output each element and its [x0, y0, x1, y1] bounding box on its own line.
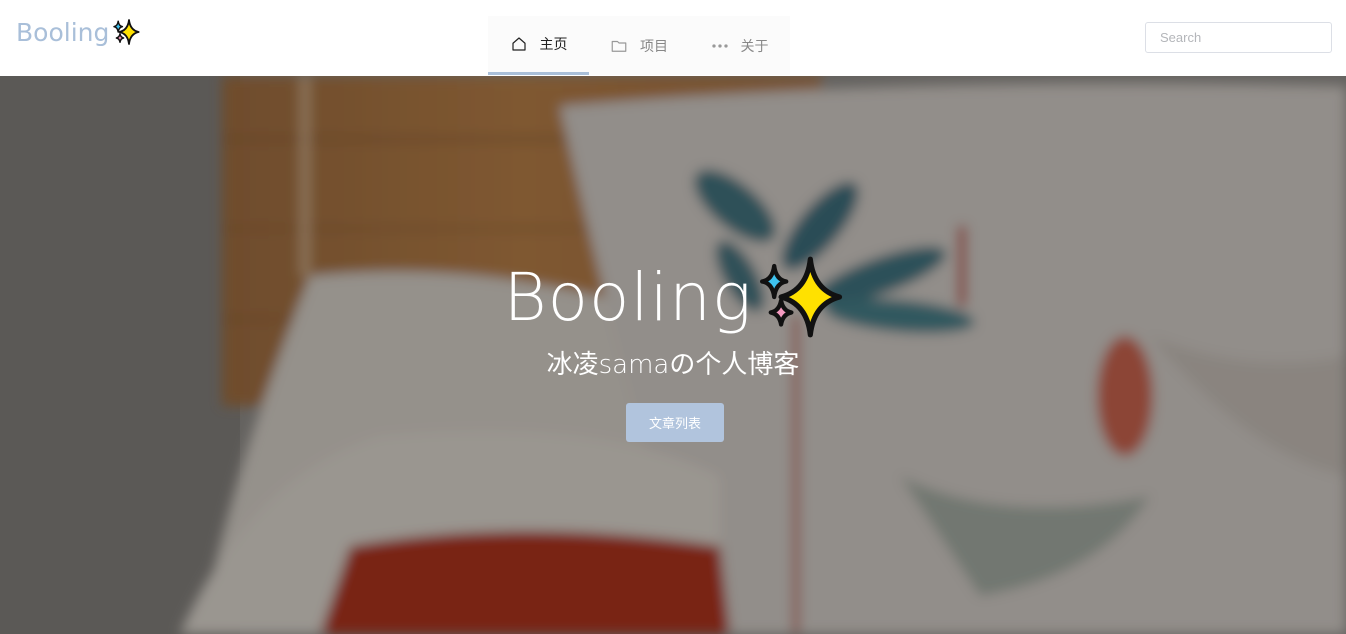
nav-item-projects[interactable]: 项目: [589, 16, 689, 75]
nav-item-about[interactable]: 关于: [689, 16, 790, 75]
home-icon: [511, 37, 526, 51]
hero-banner: Booling 冰凌samaの个人博客 文章列表: [0, 76, 1346, 634]
hero-subtitle: 冰凌samaの个人博客: [546, 350, 800, 380]
nav-item-home[interactable]: 主页: [488, 16, 589, 75]
logo-text: Booling: [16, 18, 110, 47]
folder-icon: [611, 40, 627, 52]
article-list-button[interactable]: 文章列表: [626, 403, 724, 442]
main-nav: 主页 项目 关于: [488, 16, 790, 75]
hero-title-text: Booling: [503, 258, 753, 336]
site-logo[interactable]: Booling: [16, 18, 141, 47]
search-input[interactable]: [1145, 22, 1332, 53]
sparkles-icon: [113, 18, 140, 45]
hero-title: Booling: [0, 254, 1346, 340]
more-icon: [711, 43, 728, 48]
nav-label-projects: 项目: [640, 38, 668, 55]
nav-label-home: 主页: [539, 37, 568, 53]
nav-label-about: 关于: [740, 38, 769, 55]
sparkles-icon: [759, 256, 842, 338]
top-navbar: Booling 主页 项目 关于: [0, 0, 1346, 76]
